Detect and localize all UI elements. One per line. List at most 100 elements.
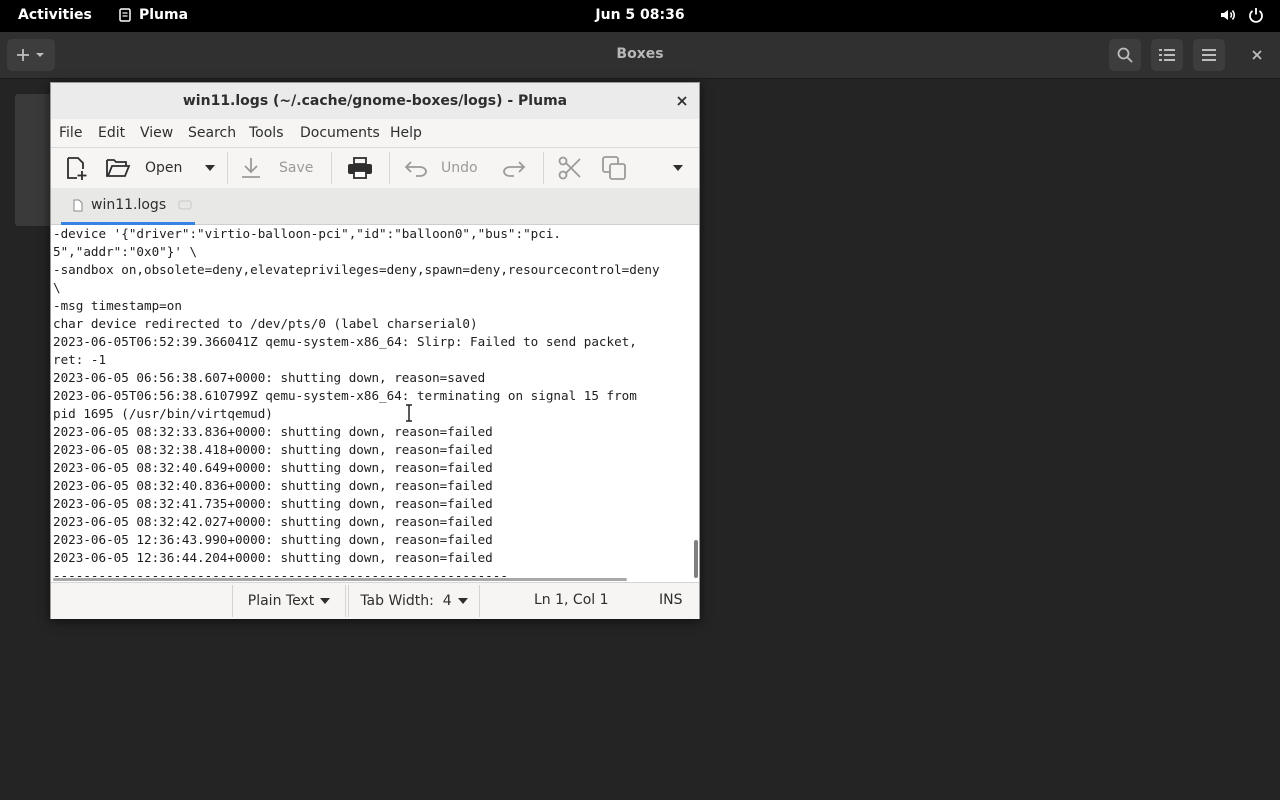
language-selector[interactable]: Plain Text bbox=[232, 585, 346, 617]
close-icon bbox=[677, 96, 687, 106]
menu-icon bbox=[1202, 49, 1216, 61]
log-line: \ bbox=[53, 280, 61, 295]
toolbar-separator bbox=[227, 152, 228, 184]
list-view-icon bbox=[1159, 49, 1175, 61]
log-line: 2023-06-05 08:32:38.418+0000: shutting d… bbox=[53, 442, 493, 457]
system-tray[interactable] bbox=[1220, 7, 1264, 23]
search-icon bbox=[1117, 47, 1133, 63]
save-icon bbox=[242, 158, 260, 178]
volume-icon[interactable] bbox=[1220, 7, 1236, 23]
chevron-down-icon bbox=[457, 598, 468, 604]
toolbar: Open Save Undo bbox=[51, 148, 699, 188]
pluma-app-icon bbox=[119, 8, 131, 22]
cut-icon bbox=[558, 156, 581, 180]
redo-button[interactable] bbox=[501, 154, 527, 182]
save-button[interactable]: Save bbox=[239, 154, 313, 182]
app-menu[interactable]: Pluma bbox=[118, 7, 188, 23]
chevron-down-icon bbox=[673, 165, 683, 171]
language-label: Plain Text bbox=[247, 593, 315, 609]
log-line: char device redirected to /dev/pts/0 (la… bbox=[53, 316, 478, 331]
main-menu-button[interactable] bbox=[1193, 39, 1225, 71]
chevron-down-icon bbox=[320, 598, 331, 604]
log-line: 2023-06-05 08:32:42.027+0000: shutting d… bbox=[53, 514, 493, 529]
add-icon bbox=[17, 49, 44, 61]
window-close-button[interactable] bbox=[673, 92, 691, 110]
toolbar-overflow-button[interactable] bbox=[673, 154, 683, 182]
open-label: Open bbox=[145, 160, 183, 176]
log-line: 2023-06-05 12:36:43.990+0000: shutting d… bbox=[53, 532, 493, 547]
menu-documents[interactable]: Documents bbox=[300, 125, 380, 141]
new-document-icon bbox=[67, 157, 87, 180]
tab-close-icon[interactable] bbox=[178, 200, 192, 210]
new-document-button[interactable] bbox=[63, 154, 89, 182]
copy-button[interactable] bbox=[601, 154, 627, 182]
log-line: ret: -1 bbox=[53, 352, 107, 367]
insert-mode: INS bbox=[659, 592, 683, 608]
close-icon bbox=[1252, 50, 1262, 60]
toolbar-separator bbox=[389, 152, 390, 184]
print-button[interactable] bbox=[347, 154, 373, 182]
text-cursor-icon bbox=[406, 404, 412, 422]
menu-help[interactable]: Help bbox=[390, 125, 422, 141]
open-button[interactable]: Open bbox=[105, 154, 182, 182]
menu-file[interactable]: File bbox=[59, 125, 82, 141]
toolbar-separator bbox=[543, 152, 544, 184]
log-text[interactable]: -device '{"driver":"virtio-balloon-pci",… bbox=[53, 225, 660, 582]
top-bar: Activities Pluma Jun 5 08:36 bbox=[0, 0, 1280, 32]
horizontal-scrollbar[interactable] bbox=[53, 578, 627, 581]
chevron-down-icon bbox=[205, 165, 215, 171]
boxes-title: Boxes bbox=[616, 46, 664, 62]
log-line: 2023-06-05 08:32:33.836+0000: shutting d… bbox=[53, 424, 493, 439]
tab-width-label: Tab Width: 4 bbox=[360, 593, 452, 609]
log-line: -device '{"driver":"virtio-balloon-pci",… bbox=[53, 226, 561, 241]
log-line: 5","addr":"0x0"}' \ bbox=[53, 244, 198, 259]
text-editor[interactable]: -device '{"driver":"virtio-balloon-pci",… bbox=[51, 225, 699, 582]
add-machine-button[interactable] bbox=[7, 39, 55, 71]
menu-search[interactable]: Search bbox=[188, 125, 236, 141]
vertical-scrollbar[interactable] bbox=[694, 540, 698, 578]
undo-icon bbox=[404, 161, 427, 177]
cursor-position: Ln 1, Col 1 bbox=[534, 592, 609, 608]
tab-width-selector[interactable]: Tab Width: 4 bbox=[348, 585, 480, 617]
log-line: 2023-06-05 12:36:44.204+0000: shutting d… bbox=[53, 550, 493, 565]
undo-label: Undo bbox=[441, 160, 478, 176]
open-recent-dropdown[interactable] bbox=[205, 154, 215, 182]
toolbar-separator bbox=[331, 152, 332, 184]
tab-bar: win11.logs bbox=[51, 188, 699, 225]
window-title: win11.logs (~/.cache/gnome-boxes/logs) -… bbox=[182, 93, 568, 109]
menu-bar: File Edit View Search Tools Documents He… bbox=[51, 119, 699, 148]
boxes-close-button[interactable] bbox=[1249, 47, 1265, 63]
cut-button[interactable] bbox=[557, 154, 583, 182]
menu-tools[interactable]: Tools bbox=[249, 125, 284, 141]
log-line: 2023-06-05 08:32:40.836+0000: shutting d… bbox=[53, 478, 493, 493]
tab-win11-logs[interactable]: win11.logs bbox=[61, 188, 195, 225]
clock[interactable]: Jun 5 08:36 bbox=[595, 7, 684, 23]
log-line: pid 1695 (/usr/bin/virtqemud) bbox=[53, 406, 273, 421]
redo-icon bbox=[503, 161, 526, 177]
tab-label: win11.logs bbox=[91, 197, 167, 213]
log-line: -msg timestamp=on bbox=[53, 298, 182, 313]
log-line: 2023-06-05T06:56:38.610799Z qemu-system-… bbox=[53, 388, 637, 403]
save-label: Save bbox=[279, 160, 314, 176]
undo-button[interactable]: Undo bbox=[403, 154, 478, 182]
document-icon bbox=[73, 199, 83, 211]
menu-edit[interactable]: Edit bbox=[98, 125, 125, 141]
boxes-headerbar: Boxes bbox=[0, 32, 1280, 79]
machine-thumbnail[interactable] bbox=[15, 94, 55, 226]
pluma-window: win11.logs (~/.cache/gnome-boxes/logs) -… bbox=[50, 82, 700, 619]
activities-button[interactable]: Activities bbox=[18, 7, 92, 23]
copy-icon bbox=[602, 156, 626, 180]
power-icon[interactable] bbox=[1248, 7, 1264, 23]
log-line: 2023-06-05 08:32:41.735+0000: shutting d… bbox=[53, 496, 493, 511]
search-button[interactable] bbox=[1109, 39, 1141, 71]
log-line: 2023-06-05 08:32:40.649+0000: shutting d… bbox=[53, 460, 493, 475]
log-line: 2023-06-05 06:56:38.607+0000: shutting d… bbox=[53, 370, 486, 385]
list-view-button[interactable] bbox=[1151, 39, 1183, 71]
open-folder-icon bbox=[106, 159, 131, 177]
menu-view[interactable]: View bbox=[140, 125, 173, 141]
print-icon bbox=[348, 157, 372, 179]
status-bar: Plain Text Tab Width: 4 Ln 1, Col 1 INS bbox=[51, 582, 699, 619]
pluma-titlebar[interactable]: win11.logs (~/.cache/gnome-boxes/logs) -… bbox=[51, 83, 699, 120]
log-line: 2023-06-05T06:52:39.366041Z qemu-system-… bbox=[53, 334, 637, 349]
log-line: -sandbox on,obsolete=deny,elevateprivile… bbox=[53, 262, 660, 277]
